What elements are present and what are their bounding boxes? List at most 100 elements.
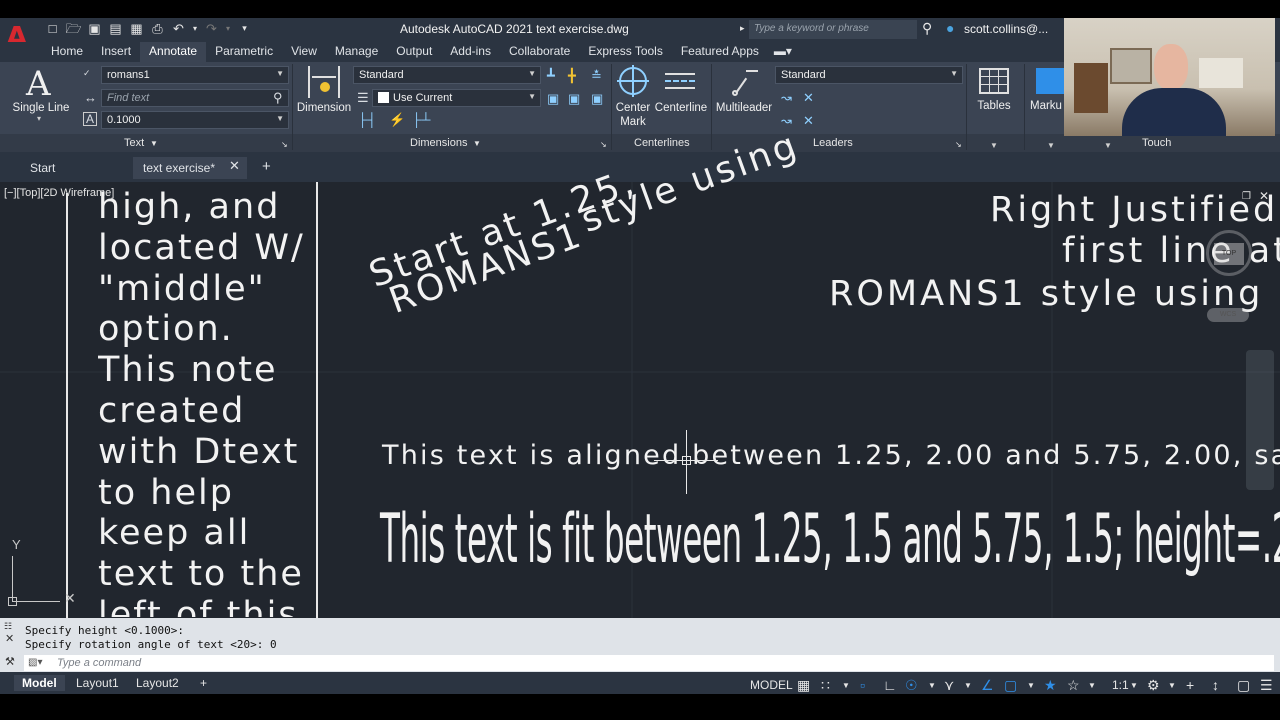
- dim-tool-2-icon[interactable]: ╋: [568, 68, 576, 84]
- center-mark-label-line2[interactable]: Mark: [613, 115, 653, 129]
- workspace-dropdown-icon[interactable]: ▼: [1168, 681, 1176, 690]
- dynamic-input-icon[interactable]: ▫: [860, 677, 865, 693]
- dim-tool-1-icon[interactable]: ┻: [547, 68, 555, 84]
- close-icon[interactable]: ✕: [229, 158, 240, 174]
- continue-dim-icon[interactable]: ├┤: [358, 112, 376, 127]
- polar-dropdown-icon[interactable]: ▼: [928, 681, 936, 690]
- single-line-button-label[interactable]: Single Line: [12, 101, 70, 115]
- command-prompt-icon[interactable]: ▧▾: [28, 657, 42, 668]
- add-tab-icon[interactable]: +: [262, 158, 271, 175]
- save-icon[interactable]: ▣: [86, 20, 103, 37]
- multileader-icon[interactable]: [730, 68, 758, 96]
- polar-tracking-icon[interactable]: ☉: [905, 677, 918, 694]
- wrench-icon[interactable]: ⚒: [5, 655, 15, 668]
- text-panel-label[interactable]: Text: [124, 137, 144, 149]
- touch-panel-label[interactable]: Touch: [1142, 137, 1171, 149]
- leaders-panel-label[interactable]: Leaders: [813, 137, 853, 149]
- tables-button-label[interactable]: Tables: [974, 99, 1014, 113]
- isodraft-icon[interactable]: ⋎: [944, 677, 954, 694]
- centerlines-panel-label[interactable]: Centerlines: [634, 137, 690, 149]
- viewport-restore-icon[interactable]: ❐: [1242, 191, 1251, 202]
- dimension-layer-select[interactable]: Use Current ▼: [372, 89, 541, 107]
- redo-dropdown-icon[interactable]: ▾: [224, 20, 232, 37]
- aligned-text[interactable]: This text is aligned between 1.25, 2.00 …: [382, 440, 1280, 471]
- dimensions-panel-launcher-icon[interactable]: ↘: [600, 140, 607, 149]
- save-as-icon[interactable]: ▤: [107, 20, 124, 37]
- user-name[interactable]: scott.collins@...: [964, 22, 1048, 36]
- ribbon-options-icon[interactable]: ▬▾: [768, 42, 798, 62]
- multileader-button-label[interactable]: Multileader: [714, 101, 774, 115]
- dimensions-panel-label[interactable]: Dimensions: [410, 137, 467, 149]
- search-icon[interactable]: ⚲: [922, 20, 932, 37]
- table-icon[interactable]: [979, 68, 1009, 94]
- object-snap-tracking-icon[interactable]: ∠: [981, 677, 994, 694]
- markup-button-label[interactable]: Marku: [1030, 99, 1066, 113]
- grid-icon[interactable]: ▦: [797, 677, 810, 694]
- tab-collaborate[interactable]: Collaborate: [500, 42, 579, 62]
- center-mark-label-line1[interactable]: Center: [613, 101, 653, 115]
- tab-home[interactable]: Home: [42, 42, 92, 62]
- layout-tab-layout2[interactable]: Layout2: [128, 675, 187, 691]
- gear-icon[interactable]: ⚙: [1147, 677, 1160, 694]
- dimension-icon[interactable]: [308, 66, 340, 98]
- auto-scale-dropdown-icon[interactable]: ▼: [1088, 681, 1096, 690]
- tab-insert[interactable]: Insert: [92, 42, 140, 62]
- dimensions-panel-dropdown-icon[interactable]: ▼: [473, 139, 481, 148]
- command-input[interactable]: [24, 655, 1274, 671]
- layout-tab-model[interactable]: Model: [14, 675, 65, 691]
- centerline-icon[interactable]: [665, 73, 695, 75]
- scale-dropdown-icon[interactable]: ▼: [1130, 681, 1138, 690]
- fit-text[interactable]: This text is fit between 1.25, 1.5 and 5…: [380, 500, 1280, 579]
- tab-output[interactable]: Output: [387, 42, 441, 62]
- left-note-mtext[interactable]: high, and located W/ "middle" option. Th…: [98, 187, 305, 617]
- user-icon[interactable]: ●: [946, 20, 954, 36]
- search-input[interactable]: Type a keyword or phrase: [749, 20, 917, 39]
- command-grip-icon[interactable]: ☷: [4, 621, 12, 632]
- isodraft-dropdown-icon[interactable]: ▼: [964, 681, 972, 690]
- object-snap-icon[interactable]: ▢: [1004, 677, 1017, 694]
- add-leader-icon[interactable]: ↝: [781, 90, 792, 106]
- single-line-text-icon[interactable]: A: [26, 64, 56, 104]
- wcs-menu[interactable]: WCS: [1207, 308, 1249, 322]
- new-icon[interactable]: □: [44, 20, 61, 37]
- text-style-select[interactable]: romans1 ▼: [101, 66, 289, 84]
- right-justified-line1[interactable]: Right Justified: [990, 190, 1278, 230]
- snap-dropdown-icon[interactable]: ▼: [842, 681, 850, 690]
- dim-tool-4-icon[interactable]: ▣: [547, 91, 559, 107]
- quick-dim-icon[interactable]: ⚡: [389, 112, 405, 128]
- undo-icon[interactable]: ↶: [170, 20, 187, 37]
- web-mobile-icon[interactable]: ▦: [128, 20, 145, 37]
- single-line-dropdown-icon[interactable]: ▾: [37, 114, 41, 123]
- text-panel-launcher-icon[interactable]: ↘: [281, 140, 288, 149]
- text-height-select[interactable]: 0.1000 ▼: [101, 111, 289, 129]
- annotation-visibility-icon[interactable]: ★: [1044, 677, 1057, 694]
- markup-dropdown-icon[interactable]: ▼: [1047, 141, 1055, 150]
- dim-tool-6-icon[interactable]: ▣: [591, 91, 603, 107]
- osnap-dropdown-icon[interactable]: ▼: [1027, 681, 1035, 690]
- auto-scale-icon[interactable]: ☆: [1067, 677, 1080, 694]
- dim-tool-5-icon[interactable]: ▣: [568, 91, 580, 107]
- redo-icon[interactable]: ↷: [203, 20, 220, 37]
- annotation-scale[interactable]: 1:1: [1112, 678, 1129, 692]
- center-mark-icon[interactable]: [617, 65, 649, 97]
- model-space-button[interactable]: MODEL: [750, 678, 793, 692]
- customize-menu-icon[interactable]: ☰: [1260, 677, 1273, 694]
- open-icon[interactable]: 🗁: [65, 20, 82, 37]
- tab-manage[interactable]: Manage: [326, 42, 387, 62]
- viewcube-top-face[interactable]: TOP: [1214, 243, 1244, 265]
- remove-leader-icon[interactable]: ✕: [803, 90, 814, 106]
- isolate-objects-icon[interactable]: ▢: [1237, 677, 1250, 694]
- baseline-dim-icon[interactable]: ├┴: [412, 112, 430, 127]
- layout-tab-layout1[interactable]: Layout1: [68, 675, 127, 691]
- doc-tab-start[interactable]: Start: [20, 157, 65, 179]
- viewport-close-icon[interactable]: ✕: [1259, 189, 1269, 203]
- tab-express-tools[interactable]: Express Tools: [579, 42, 671, 62]
- undo-dropdown-icon[interactable]: ▾: [191, 20, 199, 37]
- add-layout-icon[interactable]: +: [192, 675, 215, 691]
- units-icon[interactable]: ↕: [1212, 677, 1219, 693]
- customize-qat-icon[interactable]: ▾: [236, 20, 253, 37]
- multileader-style-select[interactable]: Standard ▼: [775, 66, 963, 84]
- dimension-style-select[interactable]: Standard ▼: [353, 66, 541, 84]
- leaders-panel-launcher-icon[interactable]: ↘: [955, 140, 962, 149]
- ortho-icon[interactable]: ∟: [883, 677, 897, 693]
